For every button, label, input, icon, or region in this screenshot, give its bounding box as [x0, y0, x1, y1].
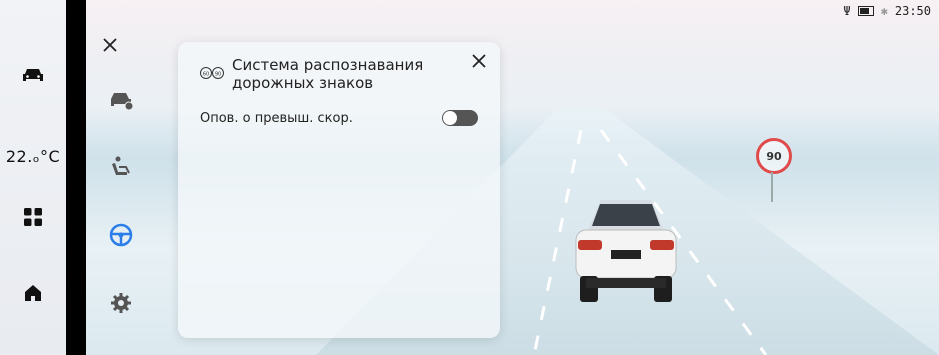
speed-warning-row: Опов. о превыш. скор.	[200, 108, 478, 128]
menu-vehicle-settings[interactable]	[106, 85, 136, 115]
battery-icon	[857, 6, 874, 16]
vehicle-button[interactable]	[0, 60, 66, 90]
left-rail: 22.ₒ°C	[0, 0, 66, 355]
usb-icon: Ψ	[843, 4, 851, 18]
panel-title: Система распознавания дорожных знаков	[232, 56, 424, 92]
menu-general-settings[interactable]	[106, 288, 136, 318]
grid-icon	[24, 208, 42, 226]
speed-limit-sign: 90	[756, 138, 792, 174]
toggle-knob	[443, 111, 457, 125]
close-menu-button[interactable]	[98, 33, 122, 57]
bluetooth-icon: ✱	[880, 4, 888, 18]
speed-warning-toggle[interactable]	[442, 110, 478, 126]
temperature-display[interactable]: 22.ₒ°C	[0, 146, 66, 166]
car-settings-icon	[111, 93, 134, 111]
bezel	[66, 0, 86, 355]
home-button[interactable]	[0, 280, 66, 306]
menu-seat-settings[interactable]	[106, 152, 136, 182]
apps-button[interactable]	[0, 204, 66, 230]
car-image	[575, 200, 677, 302]
seat-icon	[112, 156, 130, 175]
screen: 22.ₒ°C Ψ ✱ 23:50 90 60 90 Система распоз…	[0, 0, 939, 355]
speed-warning-label: Опов. о превыш. скор.	[200, 110, 353, 126]
menu-driving-assist[interactable]	[106, 220, 136, 250]
gear-icon	[111, 293, 131, 313]
close-icon	[472, 54, 486, 68]
home-icon	[25, 285, 41, 301]
settings-menu	[86, 0, 166, 355]
close-icon	[103, 38, 117, 52]
svg-text:90: 90	[215, 72, 221, 78]
panel-close-button[interactable]	[468, 50, 490, 72]
svg-text:60: 60	[203, 72, 209, 78]
car-icon	[23, 69, 43, 81]
sign-pole	[771, 172, 773, 202]
status-bar: Ψ ✱ 23:50	[843, 4, 931, 18]
speed-signs-icon: 60 90	[200, 67, 224, 79]
traffic-sign-recognition-panel: 60 90 Система распознавания дорожных зна…	[178, 42, 500, 338]
steering-wheel-icon	[109, 223, 133, 247]
panel-header: 60 90 Система распознавания дорожных зна…	[200, 56, 490, 96]
clock: 23:50	[894, 4, 931, 18]
